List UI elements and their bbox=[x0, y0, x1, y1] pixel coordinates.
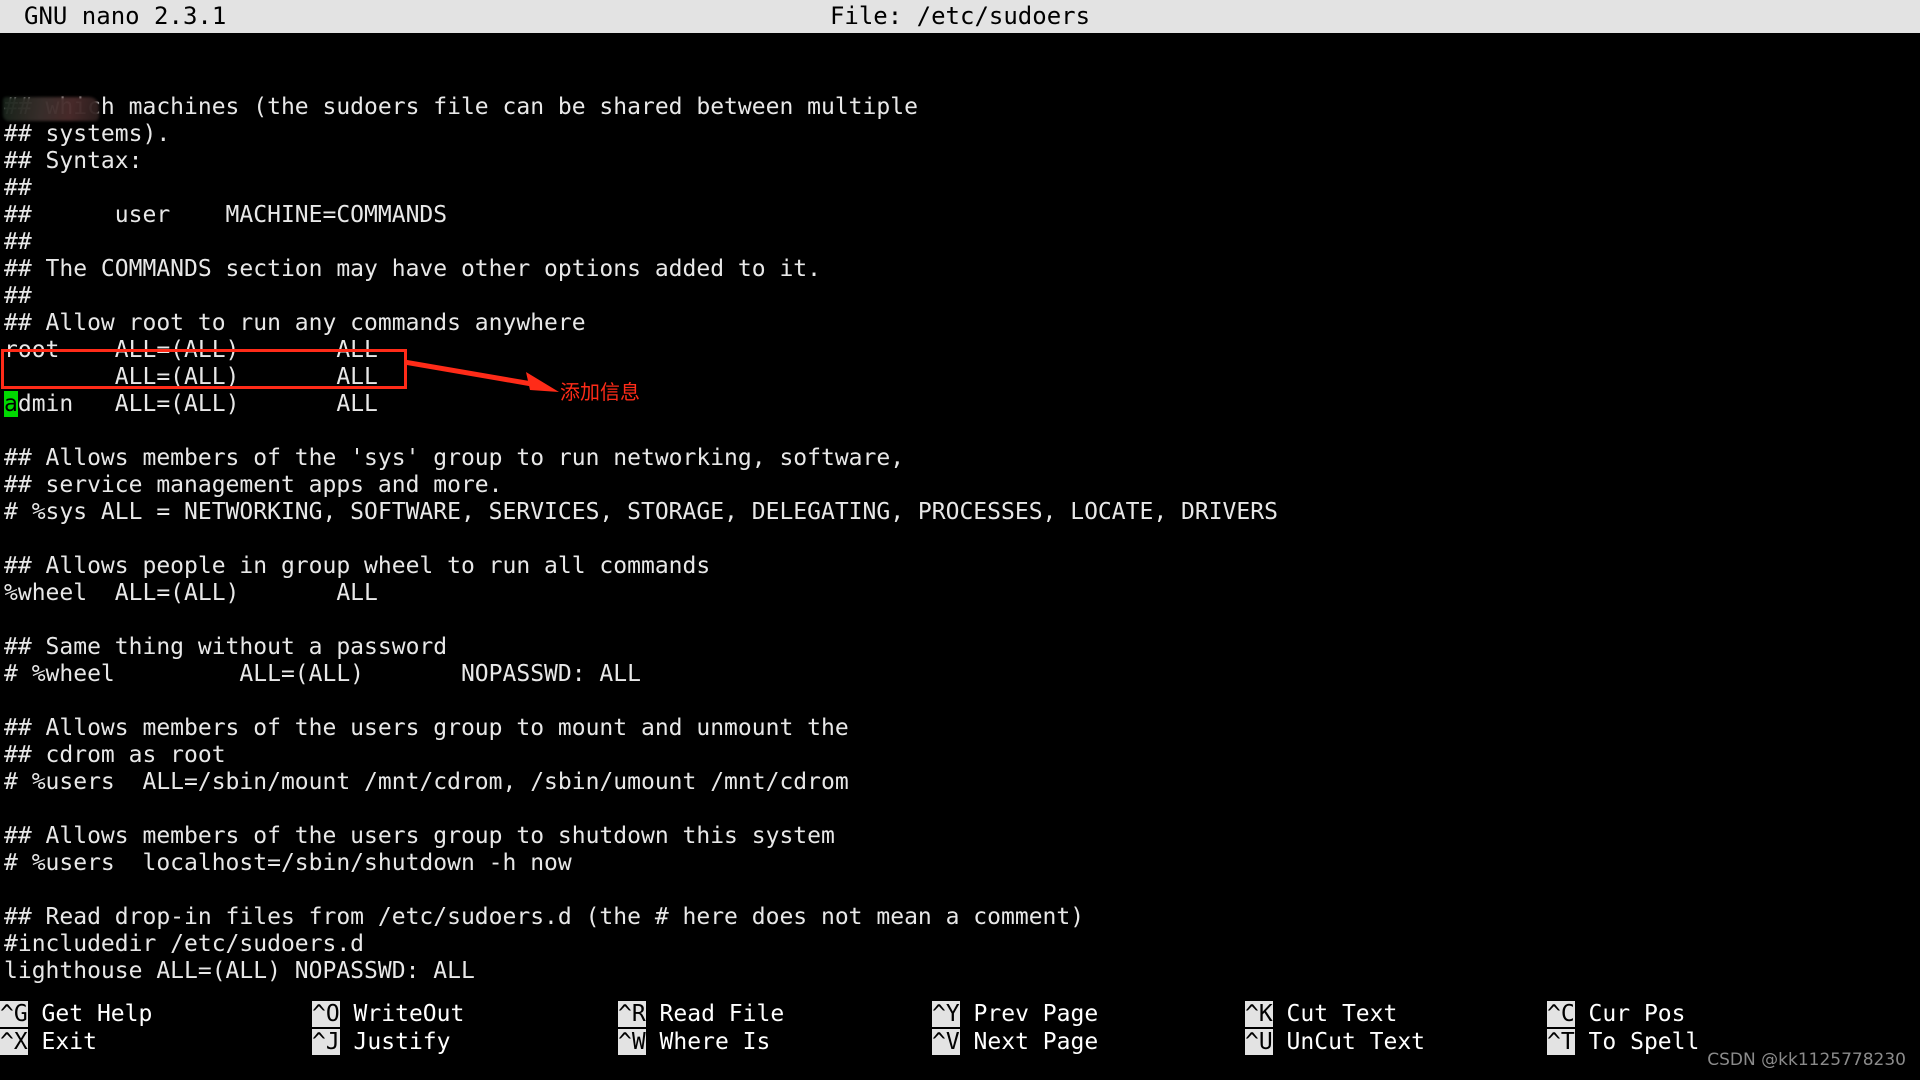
editor-line: # %sys ALL = NETWORKING, SOFTWARE, SERVI… bbox=[4, 499, 1278, 525]
editor-line: ## bbox=[4, 175, 32, 201]
text-cursor: a bbox=[4, 391, 18, 417]
shortcut-item[interactable]: ^R Read File bbox=[618, 1000, 784, 1028]
shortcut-item[interactable]: ^U UnCut Text bbox=[1245, 1028, 1425, 1056]
shortcut-item[interactable]: ^W Where Is bbox=[618, 1028, 784, 1056]
editor-line: # %users localhost=/sbin/shutdown -h now bbox=[4, 850, 572, 876]
editor-line: ## which machines (the sudoers file can … bbox=[4, 94, 918, 120]
shortcut-key: ^K bbox=[1245, 1001, 1273, 1027]
editor-blank-line bbox=[0, 688, 1920, 715]
editor-line-list: ## which machines (the sudoers file can … bbox=[0, 94, 1920, 985]
shortcut-label: WriteOut bbox=[339, 1001, 465, 1027]
shortcut-key: ^W bbox=[618, 1029, 646, 1055]
editor-blank-line bbox=[0, 418, 1920, 445]
shortcut-column: ^C Cur Pos ^T To Spell bbox=[1547, 1000, 1699, 1056]
shortcut-column: ^K Cut Text ^U UnCut Text bbox=[1245, 1000, 1425, 1056]
editor-blank-line bbox=[0, 526, 1920, 553]
shortcut-item[interactable]: ^X Exit bbox=[0, 1028, 152, 1056]
editor-line: ## Syntax: bbox=[4, 148, 143, 174]
editor-line: ## user MACHINE=COMMANDS bbox=[4, 202, 448, 228]
shortcut-label: Exit bbox=[27, 1029, 97, 1055]
shortcut-label: Cur Pos bbox=[1574, 1001, 1686, 1027]
editor-line: ## Same thing without a password bbox=[4, 634, 448, 660]
shortcut-label: Cut Text bbox=[1272, 1001, 1398, 1027]
file-path-label: File: /etc/sudoers bbox=[829, 2, 1091, 30]
shortcut-key: ^G bbox=[0, 1001, 28, 1027]
nano-title-bar: GNU nano 2.3.1 File: /etc/sudoers bbox=[0, 0, 1920, 33]
editor-line: ## Read drop-in files from /etc/sudoers.… bbox=[4, 904, 1085, 930]
shortcut-column: ^G Get Help ^X Exit bbox=[0, 1000, 152, 1056]
editor-line: ## Allows members of the users group to … bbox=[4, 823, 835, 849]
editor-blank-line bbox=[0, 877, 1920, 904]
shortcut-label: Next Page bbox=[959, 1029, 1099, 1055]
shortcut-item[interactable]: ^G Get Help bbox=[0, 1000, 152, 1028]
redacted-username-smudge bbox=[3, 97, 99, 121]
shortcut-item[interactable]: ^O WriteOut bbox=[312, 1000, 464, 1028]
shortcut-key: ^X bbox=[0, 1029, 28, 1055]
editor-line: # %wheel ALL=(ALL) NOPASSWD: ALL bbox=[4, 661, 641, 687]
shortcut-label: Get Help bbox=[27, 1001, 153, 1027]
editor-line: ## systems). bbox=[4, 121, 171, 147]
shortcut-key: ^T bbox=[1547, 1029, 1575, 1055]
shortcut-item[interactable]: ^T To Spell bbox=[1547, 1028, 1699, 1056]
editor-line: # %users ALL=/sbin/mount /mnt/cdrom, /sb… bbox=[4, 769, 849, 795]
shortcut-label: Prev Page bbox=[959, 1001, 1099, 1027]
shortcut-item[interactable]: ^J Justify bbox=[312, 1028, 464, 1056]
shortcut-item[interactable]: ^V Next Page bbox=[932, 1028, 1098, 1056]
annotation-arrow-icon bbox=[404, 359, 559, 392]
editor-line: ## bbox=[4, 229, 32, 255]
shortcut-column: ^R Read File ^W Where Is bbox=[618, 1000, 784, 1056]
editor-line: ## bbox=[4, 283, 32, 309]
shortcut-key: ^J bbox=[312, 1029, 340, 1055]
editor-line: ## service management apps and more. bbox=[4, 472, 503, 498]
shortcut-label: Justify bbox=[339, 1029, 451, 1055]
editor-blank-line bbox=[0, 607, 1920, 634]
editor-line: root ALL=(ALL) ALL bbox=[4, 337, 378, 363]
shortcut-column: ^Y Prev Page ^V Next Page bbox=[932, 1000, 1098, 1056]
editor-line: #includedir /etc/sudoers.d bbox=[4, 931, 365, 957]
shortcut-item[interactable]: ^C Cur Pos bbox=[1547, 1000, 1699, 1028]
shortcut-label: UnCut Text bbox=[1272, 1029, 1426, 1055]
editor-line: lighthouse ALL=(ALL) NOPASSWD: ALL bbox=[4, 958, 475, 984]
shortcut-label: To Spell bbox=[1574, 1029, 1700, 1055]
shortcut-key: ^R bbox=[618, 1001, 646, 1027]
editor-blank-line bbox=[0, 796, 1920, 823]
shortcut-key: ^C bbox=[1547, 1001, 1575, 1027]
nano-shortcut-bar: ^G Get Help ^X Exit ^O WriteOut ^J Justify ^… bbox=[0, 1000, 1920, 1062]
editor-text-area[interactable]: ## which machines (the sudoers file can … bbox=[0, 40, 1920, 995]
editor-line: ## Allows people in group wheel to run a… bbox=[4, 553, 711, 579]
editor-line: ## Allows members of the users group to … bbox=[4, 715, 849, 741]
editor-line: ## Allows members of the 'sys' group to … bbox=[4, 445, 905, 471]
shortcut-key: ^V bbox=[932, 1029, 960, 1055]
shortcut-key: ^O bbox=[312, 1001, 340, 1027]
editor-line: admin ALL=(ALL) ALL bbox=[4, 391, 378, 417]
editor-line: %wheel ALL=(ALL) ALL bbox=[4, 580, 378, 606]
annotation-label: 添加信息 bbox=[560, 380, 640, 404]
shortcut-item[interactable]: ^K Cut Text bbox=[1245, 1000, 1425, 1028]
shortcut-item[interactable]: ^Y Prev Page bbox=[932, 1000, 1098, 1028]
shortcut-label: Where Is bbox=[645, 1029, 771, 1055]
shortcut-key: ^U bbox=[1245, 1029, 1273, 1055]
csdn-watermark: CSDN @kk1125778230 bbox=[1707, 1050, 1906, 1070]
editor-line: ## cdrom as root bbox=[4, 742, 226, 768]
shortcut-key: ^Y bbox=[932, 1001, 960, 1027]
editor-line: ## The COMMANDS section may have other o… bbox=[4, 256, 821, 282]
shortcut-column: ^O WriteOut ^J Justify bbox=[312, 1000, 464, 1056]
editor-line: ## Allow root to run any commands anywhe… bbox=[4, 310, 586, 336]
editor-line: ALL=(ALL) ALL bbox=[4, 364, 378, 390]
shortcut-label: Read File bbox=[645, 1001, 785, 1027]
